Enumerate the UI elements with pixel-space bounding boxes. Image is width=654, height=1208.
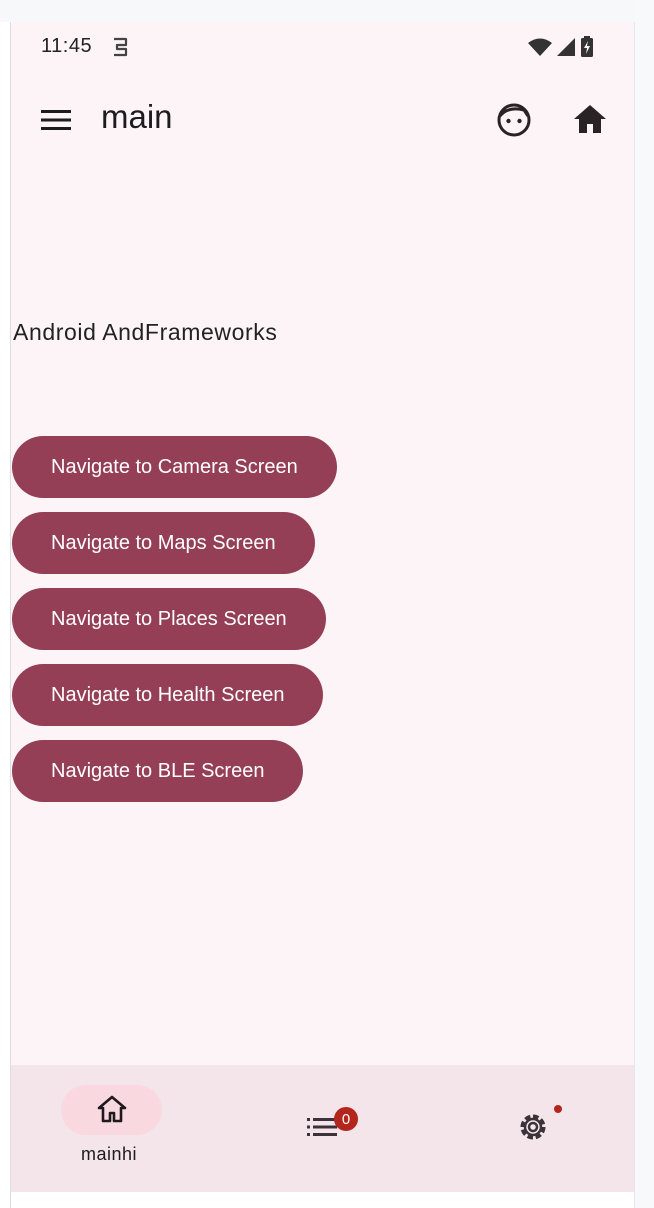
navigate-ble-button[interactable]: Navigate to BLE Screen <box>12 740 304 802</box>
outer-bottom-strip <box>11 1192 634 1208</box>
wifi-icon <box>528 38 552 56</box>
headline-text: Android AndFrameworks <box>13 319 278 345</box>
navigate-places-button[interactable]: Navigate to Places Screen <box>12 588 326 650</box>
status-time: 11:45 <box>41 35 93 57</box>
status-icons <box>528 36 594 58</box>
frame-right-edge <box>634 22 635 1208</box>
signal-icon <box>557 38 575 56</box>
navigate-maps-button[interactable]: Navigate to Maps Screen <box>12 512 315 574</box>
navigate-camera-button[interactable]: Navigate to Camera Screen <box>12 436 337 498</box>
outer-right-strip <box>635 0 654 1208</box>
menu-icon <box>41 110 71 130</box>
page-title: main <box>101 98 173 135</box>
phone-screen: 11:45 main Android AndFrameworks Navigat… <box>11 22 634 1192</box>
bottom-navigation: mainhi 0 <box>11 1065 634 1192</box>
bottom-nav-item-list[interactable] <box>231 1065 411 1192</box>
home-icon <box>574 105 606 133</box>
home-button[interactable] <box>571 100 609 138</box>
face-button[interactable] <box>494 100 534 140</box>
notification-icon <box>114 37 128 57</box>
navigate-health-button[interactable]: Navigate to Health Screen <box>12 664 324 726</box>
home-icon <box>97 1095 127 1123</box>
settings-dot-indicator <box>554 1105 562 1113</box>
settings-icon <box>520 1114 546 1140</box>
outer-top-strip <box>0 0 654 22</box>
bottom-nav-item-main[interactable]: mainhi <box>11 1065 211 1192</box>
face-icon <box>497 103 531 137</box>
bottom-nav-item-settings[interactable] <box>431 1065 634 1192</box>
notification-badge: 0 <box>334 1107 358 1131</box>
menu-button[interactable] <box>39 106 73 134</box>
bottom-nav-label-main: mainhi <box>81 1144 138 1164</box>
battery-icon <box>581 36 593 57</box>
